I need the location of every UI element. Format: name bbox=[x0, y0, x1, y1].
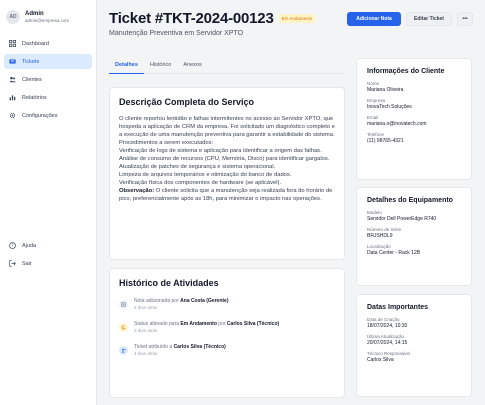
equipment-model: Servidor Dell PowerEdge R740 bbox=[367, 216, 437, 222]
steps-title: Procedimentos a serem executados: bbox=[119, 140, 214, 146]
user-plus-icon bbox=[119, 346, 128, 355]
sidebar-item-label: Configurações bbox=[22, 112, 58, 119]
activity-prefix: Status alterado para bbox=[134, 321, 181, 327]
client-info-heading: Informações do Cliente bbox=[367, 68, 445, 75]
activity-mid: por bbox=[216, 321, 227, 327]
gear-icon bbox=[9, 112, 16, 119]
activity-text: Status alterado para Em Andamento por Ca… bbox=[134, 321, 279, 328]
description-card: Descrição Completa do Serviço O cliente … bbox=[109, 87, 345, 260]
user-profile[interactable]: AD Admin admin@empresa.com bbox=[0, 0, 96, 28]
dates-heading: Datas Importantes bbox=[367, 304, 429, 311]
edit-ticket-button[interactable]: Editar Ticket bbox=[406, 12, 452, 26]
step-item: Análise de consumo de recursos (CPU, Mem… bbox=[119, 156, 330, 162]
observation: Observação: O cliente solicita que a man… bbox=[119, 187, 335, 203]
header-actions: Adicionar Nota Editar Ticket ••• bbox=[347, 12, 473, 26]
sidebar-item-dashboard[interactable]: Dashboard bbox=[4, 36, 92, 51]
chart-icon bbox=[9, 95, 16, 101]
activity-text: Ticket atribuído a Carlos Silva (Técnico… bbox=[134, 344, 226, 351]
add-note-button[interactable]: Adicionar Nota bbox=[347, 12, 401, 26]
main-content: Ticket #TKT-2024-00123 Em Andamento Manu… bbox=[97, 0, 485, 405]
sidebar-item-label: Sair bbox=[22, 260, 32, 267]
client-company: InovaTech Soluções bbox=[367, 104, 412, 110]
updated-date: 20/07/2024, 14:15 bbox=[367, 340, 408, 346]
assigned-technician: Carlos Silva bbox=[367, 357, 394, 363]
equipment-location: Data Center - Rack 12B bbox=[367, 250, 421, 256]
sidebar-item-label: Relatórios bbox=[22, 94, 47, 101]
note-icon bbox=[119, 300, 128, 309]
history-heading: Histórico de Atividades bbox=[119, 278, 219, 288]
grid-icon bbox=[9, 40, 16, 47]
activity-item: Nota adicionada por Ana Costa (Gerente) … bbox=[119, 298, 335, 311]
user-name: Admin bbox=[25, 10, 44, 17]
activity-time: 4 dias atrás bbox=[134, 350, 158, 356]
title-row: Ticket #TKT-2024-00123 Em Andamento bbox=[109, 10, 316, 27]
page-title: Ticket #TKT-2024-00123 bbox=[109, 10, 274, 27]
client-info-card: Informações do Cliente Nome Mariana Oliv… bbox=[356, 58, 472, 180]
ticket-icon bbox=[9, 59, 16, 64]
description-paragraph: O cliente reportou lentidão e falhas int… bbox=[119, 116, 335, 138]
activity-prefix: Nota adicionada por bbox=[134, 298, 181, 304]
activity-prefix: Ticket atribuído a bbox=[134, 344, 174, 350]
refresh-icon bbox=[119, 323, 128, 332]
sidebar-item-clientes[interactable]: Clientes bbox=[4, 72, 92, 87]
sidebar-item-label: Dashboard bbox=[22, 40, 49, 47]
tab-historico[interactable]: Histórico bbox=[144, 58, 177, 74]
activity-actor: Ana Costa (Gerente) bbox=[180, 298, 229, 304]
created-date: 18/07/2024, 10:30 bbox=[367, 323, 408, 329]
step-item: Verificação de logs de sistema e aplicaç… bbox=[119, 148, 322, 154]
activity-time: 3 dias atrás bbox=[134, 327, 158, 333]
client-name: Mariana Oliveira bbox=[367, 87, 404, 93]
equipment-heading: Detalhes do Equipamento bbox=[367, 197, 453, 204]
logout-icon bbox=[9, 260, 16, 267]
activity-text: Nota adicionada por Ana Costa (Gerente) bbox=[134, 298, 229, 305]
sidebar-bottom: ? Ajuda Sair bbox=[4, 238, 92, 274]
tab-anexos[interactable]: Anexos bbox=[177, 58, 207, 74]
users-icon bbox=[9, 76, 16, 83]
client-phone: (11) 98765-4321 bbox=[367, 138, 404, 144]
help-icon: ? bbox=[9, 242, 16, 249]
history-card: Histórico de Atividades Nota adicionada … bbox=[109, 268, 345, 398]
activity-item: Status alterado para Em Andamento por Ca… bbox=[119, 321, 335, 334]
step-item: Atualização de patches de segurança e si… bbox=[119, 164, 276, 170]
sidebar-item-sair[interactable]: Sair bbox=[4, 256, 92, 271]
dates-card: Datas Importantes Data de Criação 18/07/… bbox=[356, 294, 472, 397]
sidebar-item-relatorios[interactable]: Relatórios bbox=[4, 90, 92, 105]
equipment-serial: BRJSHDL9 bbox=[367, 233, 393, 239]
sidebar: AD Admin admin@empresa.com Dashboard Tic… bbox=[0, 0, 97, 405]
more-options-button[interactable]: ••• bbox=[457, 12, 473, 26]
activity-time: 2 dias atrás bbox=[134, 304, 158, 310]
step-item: Limpeza de arquivos temporários e otimiz… bbox=[119, 172, 292, 178]
observation-label: Observação: bbox=[119, 188, 155, 194]
description-heading: Descrição Completa do Serviço bbox=[119, 97, 255, 107]
sidebar-item-tickets[interactable]: Tickets bbox=[4, 54, 92, 69]
client-email[interactable]: mariana.o@inovatech.com bbox=[367, 121, 461, 128]
sidebar-nav: Dashboard Tickets Clientes Relatórios Co… bbox=[0, 36, 96, 123]
step-item: Verificação física dos componentes de ha… bbox=[119, 180, 282, 186]
user-email: admin@empresa.com bbox=[25, 17, 70, 23]
status-badge: Em Andamento bbox=[278, 14, 316, 23]
sidebar-item-ajuda[interactable]: ? Ajuda bbox=[4, 238, 92, 253]
svg-text:?: ? bbox=[11, 243, 13, 248]
sidebar-item-label: Clientes bbox=[22, 76, 42, 83]
tab-detalhes[interactable]: Detalhes bbox=[109, 58, 144, 74]
sidebar-item-label: Tickets bbox=[22, 58, 40, 65]
activity-actor: Carlos Silva (Técnico) bbox=[226, 321, 280, 327]
activity-item: Ticket atribuído a Carlos Silva (Técnico… bbox=[119, 344, 335, 357]
activity-actor: Carlos Silva (Técnico) bbox=[173, 344, 226, 350]
activity-status: Em Andamento bbox=[180, 321, 217, 327]
sidebar-item-configuracoes[interactable]: Configurações bbox=[4, 108, 92, 123]
description-body: O cliente reportou lentidão e falhas int… bbox=[119, 115, 335, 203]
equipment-card: Detalhes do Equipamento Modelo Servidor … bbox=[356, 187, 472, 286]
sidebar-item-label: Ajuda bbox=[22, 242, 37, 249]
page-subtitle: Manutenção Preventiva em Servidor XPTO bbox=[109, 30, 244, 37]
avatar: AD bbox=[6, 10, 20, 24]
tab-bar: Detalhes Histórico Anexos bbox=[109, 58, 345, 74]
